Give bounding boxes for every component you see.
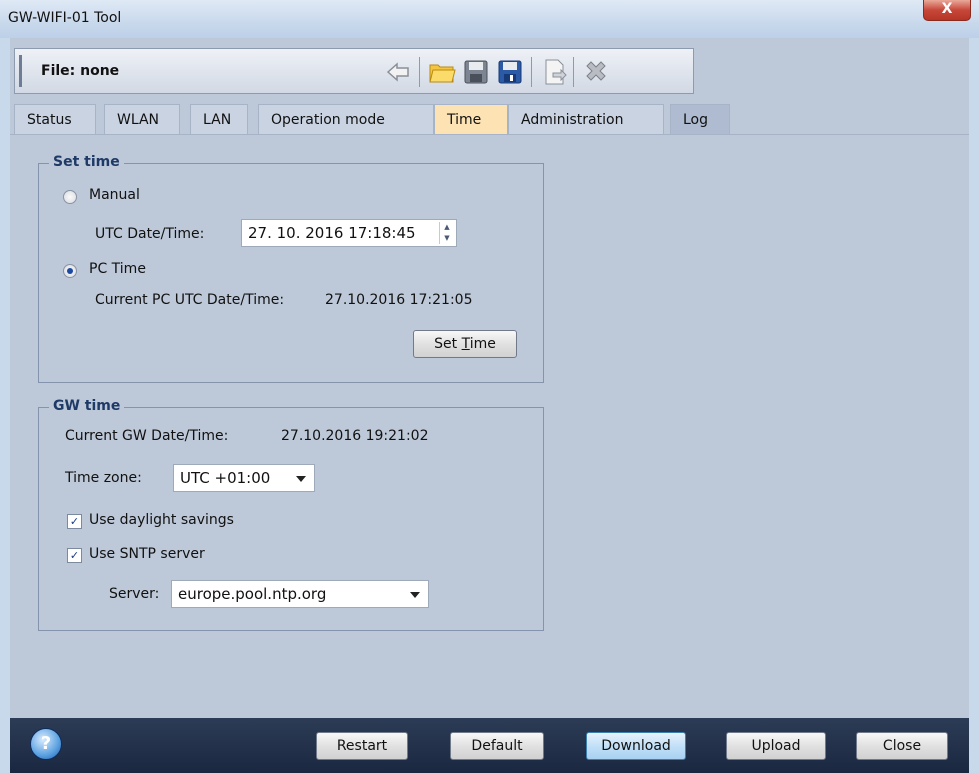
help-icon[interactable]: ? <box>30 728 62 760</box>
utc-datetime-spinner[interactable]: 27. 10. 2016 17:18:45 ▲ ▼ <box>241 219 457 247</box>
sntp-server-checkbox[interactable]: ✓ <box>67 548 82 563</box>
server-select[interactable]: europe.pool.ntp.org <box>171 580 429 608</box>
upload-button[interactable]: Upload <box>726 732 826 760</box>
gw-time-group: GW time Current GW Date/Time: 27.10.2016… <box>38 398 544 631</box>
chevron-down-icon <box>296 476 306 482</box>
tab-status[interactable]: Status <box>14 104 96 134</box>
utc-datetime-label: UTC Date/Time: <box>95 226 205 242</box>
set-time-legend: Set time <box>49 154 124 170</box>
file-label: File: none <box>41 63 120 79</box>
current-gw-datetime-label: Current GW Date/Time: <box>65 428 229 444</box>
toolbar-grip[interactable] <box>19 55 22 87</box>
timezone-value: UTC +01:00 <box>180 469 271 487</box>
window-frame-left <box>0 38 10 773</box>
set-time-button-mnemonic: T <box>461 336 470 352</box>
toolbar-separator <box>419 57 420 87</box>
window-close-button[interactable]: X <box>923 0 971 21</box>
save-as-icon[interactable] <box>495 57 525 87</box>
manual-radio[interactable] <box>63 190 77 204</box>
current-pc-utc-value: 27.10.2016 17:21:05 <box>325 292 473 308</box>
timezone-select[interactable]: UTC +01:00 <box>173 464 315 492</box>
manual-label: Manual <box>89 187 140 203</box>
tab-lan[interactable]: LAN <box>190 104 248 134</box>
tab-time[interactable]: Time <box>434 104 508 134</box>
time-tab-panel: Set time Manual UTC Date/Time: 27. 10. 2… <box>10 134 969 715</box>
restart-button[interactable]: Restart <box>316 732 408 760</box>
close-button[interactable]: Close <box>856 732 948 760</box>
app-window: GW-WIFI-01 Tool X File: none Status WLAN… <box>0 0 979 773</box>
set-time-button-label: Set <box>434 336 462 352</box>
tab-wlan[interactable]: WLAN <box>104 104 180 134</box>
pc-time-radio[interactable] <box>63 264 77 278</box>
spin-up-icon[interactable]: ▲ <box>440 222 454 233</box>
set-time-group: Set time Manual UTC Date/Time: 27. 10. 2… <box>38 154 544 383</box>
save-icon[interactable] <box>461 57 491 87</box>
timezone-label: Time zone: <box>65 470 142 486</box>
window-title: GW-WIFI-01 Tool <box>8 10 122 26</box>
current-gw-datetime-value: 27.10.2016 19:21:02 <box>281 428 429 444</box>
tab-log[interactable]: Log <box>670 104 730 134</box>
datetime-spin-buttons[interactable]: ▲ ▼ <box>439 222 454 244</box>
daylight-savings-checkbox[interactable]: ✓ <box>67 514 82 529</box>
bottom-bar: ? Restart Default Download Upload Close <box>10 718 969 773</box>
back-arrow-icon[interactable] <box>383 57 413 87</box>
server-label: Server: <box>109 586 160 602</box>
open-folder-icon[interactable] <box>427 57 457 87</box>
current-pc-utc-label: Current PC UTC Date/Time: <box>95 292 285 308</box>
sntp-server-label: Use SNTP server <box>89 546 205 562</box>
utc-datetime-value: 27. 10. 2016 17:18:45 <box>248 224 416 242</box>
toolbar-separator <box>573 57 574 87</box>
gw-time-legend: GW time <box>49 398 125 414</box>
delete-icon[interactable] <box>581 57 611 87</box>
export-icon[interactable] <box>539 57 569 87</box>
set-time-button-label-rest: ime <box>469 336 496 352</box>
tab-operation-mode[interactable]: Operation mode <box>258 104 434 134</box>
chevron-down-icon <box>410 592 420 598</box>
default-button[interactable]: Default <box>450 732 544 760</box>
set-time-button[interactable]: Set Time <box>413 330 517 358</box>
client-area: File: none Status WLAN LAN Operation mod… <box>10 38 969 773</box>
title-bar[interactable]: GW-WIFI-01 Tool X <box>0 0 979 38</box>
pc-time-label: PC Time <box>89 261 146 277</box>
download-button[interactable]: Download <box>586 732 686 760</box>
daylight-savings-label: Use daylight savings <box>89 512 234 528</box>
server-value: europe.pool.ntp.org <box>178 585 327 603</box>
window-frame-right <box>969 38 979 773</box>
tab-administration[interactable]: Administration <box>508 104 664 134</box>
tab-strip: Status WLAN LAN Operation mode Time Admi… <box>14 104 969 134</box>
file-toolbar: File: none <box>14 48 694 94</box>
spin-down-icon[interactable]: ▼ <box>440 233 454 244</box>
toolbar-separator <box>531 57 532 87</box>
